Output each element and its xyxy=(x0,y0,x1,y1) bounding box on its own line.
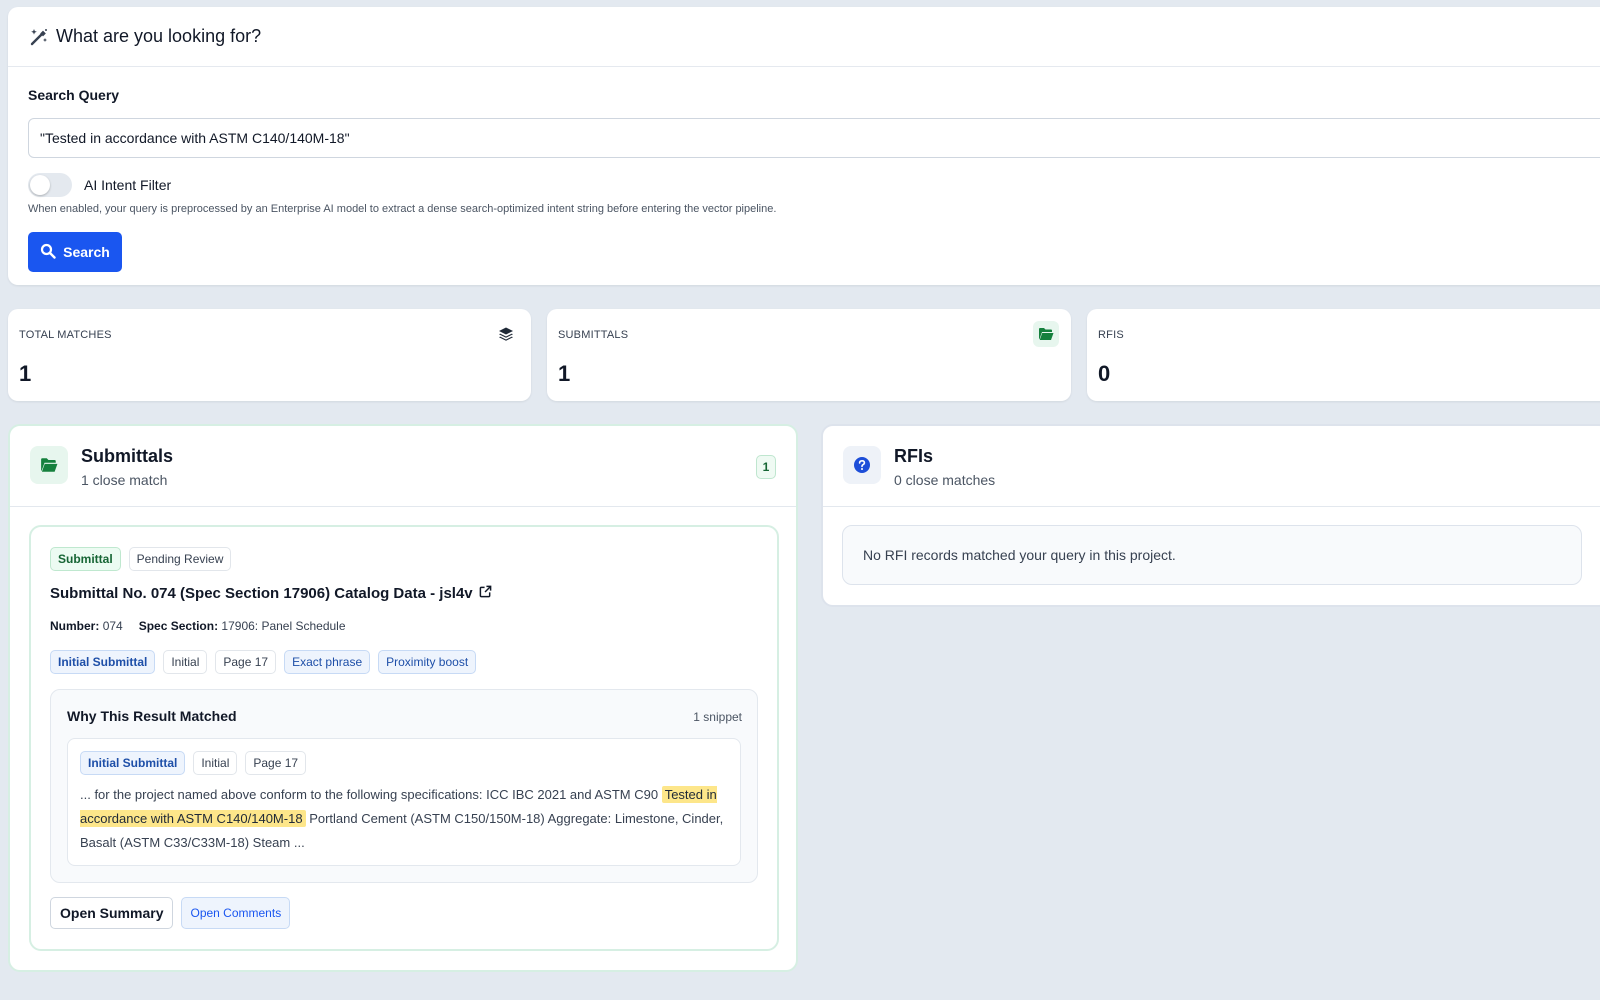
tag-page: Page 17 xyxy=(215,650,277,674)
number-label: Number: xyxy=(50,619,100,633)
snippet-tag-initial-submittal: Initial Submittal xyxy=(80,751,186,775)
submittal-result-card: Submittal Pending Review Submittal No. 0… xyxy=(29,525,779,951)
number-meta: Number: 074 xyxy=(50,619,123,633)
submittals-panel: Submittals 1 close match 1 Submittal Pen… xyxy=(8,424,798,972)
result-tags: Initial Submittal Initial Page 17 Exact … xyxy=(50,650,477,674)
search-query-input[interactable] xyxy=(28,118,1600,158)
stat-total-matches: TOTAL MATCHES 1 xyxy=(8,309,531,401)
search-query-label: Search Query xyxy=(28,87,120,103)
search-header: What are you looking for? xyxy=(8,7,1600,67)
result-title-link[interactable]: Submittal No. 074 (Spec Section 17906) C… xyxy=(50,585,492,602)
stat-label: TOTAL MATCHES xyxy=(19,329,112,341)
stat-label: RFIS xyxy=(1098,329,1124,341)
tag-initial-submittal: Initial Submittal xyxy=(50,650,156,674)
tag-proximity-boost: Proximity boost xyxy=(378,650,477,674)
stat-rfis: RFIS 0 xyxy=(1087,309,1600,401)
submittals-panel-title: Submittals xyxy=(81,446,174,466)
layers-icon xyxy=(493,321,519,347)
snippet-count: 1 snippet xyxy=(693,710,742,724)
search-button[interactable]: Search xyxy=(28,232,122,272)
spec-section-label: Spec Section: xyxy=(138,619,219,633)
number-value: 074 xyxy=(102,619,123,633)
open-summary-button[interactable]: Open Summary xyxy=(50,897,174,929)
why-matched-title: Why This Result Matched xyxy=(67,708,237,724)
ai-intent-filter-help: When enabled, your query is preprocessed… xyxy=(28,203,777,215)
snippet-tag-page: Page 17 xyxy=(245,751,307,775)
rfis-panel-title: RFIs xyxy=(894,446,934,466)
external-link-icon xyxy=(479,585,492,602)
snippet-tag-initial: Initial xyxy=(193,751,238,775)
stat-value: 1 xyxy=(558,361,571,386)
stat-submittals: SUBMITTALS 1 xyxy=(547,309,1071,401)
spec-section-value: 17906: Panel Schedule xyxy=(221,619,346,633)
stat-value: 1 xyxy=(19,361,32,386)
toggle-knob xyxy=(30,175,50,195)
tag-initial: Initial xyxy=(163,650,208,674)
search-heading: What are you looking for? xyxy=(56,26,262,46)
result-actions: Open Summary Open Comments xyxy=(50,897,291,929)
submittals-count-badge: 1 xyxy=(756,455,776,479)
search-card: What are you looking for? Search Query A… xyxy=(8,7,1600,285)
question-circle-icon xyxy=(843,446,881,484)
rfis-panel-subtitle: 0 close matches xyxy=(894,472,996,488)
submittals-panel-subtitle: 1 close match xyxy=(81,472,168,488)
search-icon xyxy=(40,243,56,262)
result-meta: Number: 074 Spec Section: 17906: Panel S… xyxy=(50,619,346,633)
ai-intent-filter-row: AI Intent Filter xyxy=(28,173,171,197)
open-comments-button[interactable]: Open Comments xyxy=(181,897,291,929)
match-snippet: Initial Submittal Initial Page 17 ... fo… xyxy=(67,738,741,866)
ai-intent-filter-toggle[interactable] xyxy=(28,173,72,197)
type-tag: Submittal xyxy=(50,547,121,571)
folder-open-icon xyxy=(1033,321,1059,347)
why-matched-box: Why This Result Matched 1 snippet Initia… xyxy=(50,689,758,883)
stat-value: 0 xyxy=(1098,361,1111,386)
snippet-text-before: ... for the project named above conform … xyxy=(80,787,659,802)
snippet-text: ... for the project named above conform … xyxy=(80,783,730,855)
spec-section-meta: Spec Section: 17906: Panel Schedule xyxy=(139,619,346,633)
search-button-label: Search xyxy=(63,244,110,260)
folder-open-icon xyxy=(30,446,68,484)
status-tag: Pending Review xyxy=(128,547,232,571)
ai-intent-filter-label: AI Intent Filter xyxy=(84,177,172,193)
result-title: Submittal No. 074 (Spec Section 17906) C… xyxy=(50,585,473,602)
rfis-panel: RFIs 0 close matches No RFI records matc… xyxy=(821,424,1600,607)
rfis-panel-header: RFIs 0 close matches xyxy=(823,426,1600,507)
magic-wand-icon xyxy=(29,27,49,47)
submittals-panel-header: Submittals 1 close match 1 xyxy=(10,426,796,507)
stat-label: SUBMITTALS xyxy=(558,329,629,341)
tag-exact-phrase: Exact phrase xyxy=(284,650,371,674)
rfis-empty-message: No RFI records matched your query in thi… xyxy=(842,525,1582,585)
result-status-tags: Submittal Pending Review xyxy=(50,547,232,571)
snippet-tags: Initial Submittal Initial Page 17 xyxy=(80,751,307,775)
